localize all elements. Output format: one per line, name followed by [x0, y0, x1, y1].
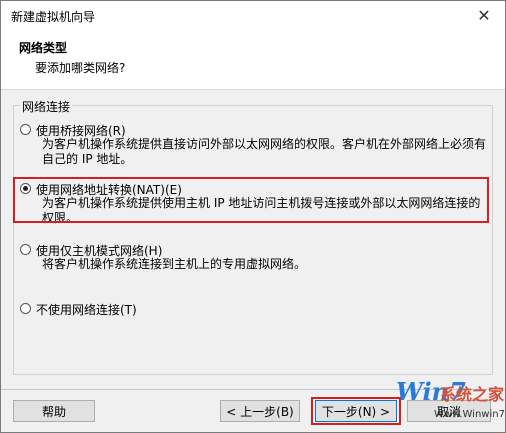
option-no-network-label[interactable]: 不使用网络连接(T): [36, 301, 137, 318]
wizard-window: 新建虚拟机向导 ✕ 网络类型 要添加哪类网络? 网络连接 使用桥接网络(R) 为…: [0, 0, 506, 433]
nat-highlight-box: [13, 177, 489, 223]
close-icon[interactable]: ✕: [469, 3, 499, 27]
page-subtitle: 要添加哪类网络?: [35, 61, 126, 75]
network-connection-group: 网络连接 使用桥接网络(R) 为客户机操作系统提供直接访问外部以太网网络的权限。…: [13, 98, 493, 375]
option-host-only-description: 将客户机操作系统连接到主机上的专用虚拟网络。: [42, 257, 307, 271]
watermark: Win7 系统之家 Www.Winwin7.com: [396, 375, 506, 431]
radio-no-network[interactable]: [20, 303, 31, 314]
radio-host-only[interactable]: [20, 244, 31, 255]
title-bar: 新建虚拟机向导 ✕: [1, 1, 505, 29]
option-bridged-description: 为客户机操作系统提供直接访问外部以太网网络的权限。客户机在外部网络上必须有自己的…: [42, 137, 487, 166]
back-button[interactable]: < 上一步(B): [220, 400, 300, 422]
group-label: 网络连接: [20, 98, 73, 115]
option-bridged[interactable]: 使用桥接网络(R) 为客户机操作系统提供直接访问外部以太网网络的权限。客户机在外…: [20, 122, 486, 166]
watermark-text: 系统之家: [440, 385, 505, 404]
wizard-header: 网络类型 要添加哪类网络?: [1, 29, 505, 90]
option-host-only[interactable]: 使用仅主机模式网络(H) 将客户机操作系统连接到主机上的专用虚拟网络。: [20, 242, 486, 276]
radio-bridged[interactable]: [20, 124, 31, 135]
window-title: 新建虚拟机向导: [11, 10, 96, 24]
watermark-url: Www.Winwin7.com: [434, 409, 506, 420]
help-button[interactable]: 帮助: [13, 400, 95, 422]
option-no-network[interactable]: 不使用网络连接(T): [20, 301, 486, 319]
page-title: 网络类型: [19, 41, 68, 55]
next-highlight-box: [311, 397, 401, 425]
